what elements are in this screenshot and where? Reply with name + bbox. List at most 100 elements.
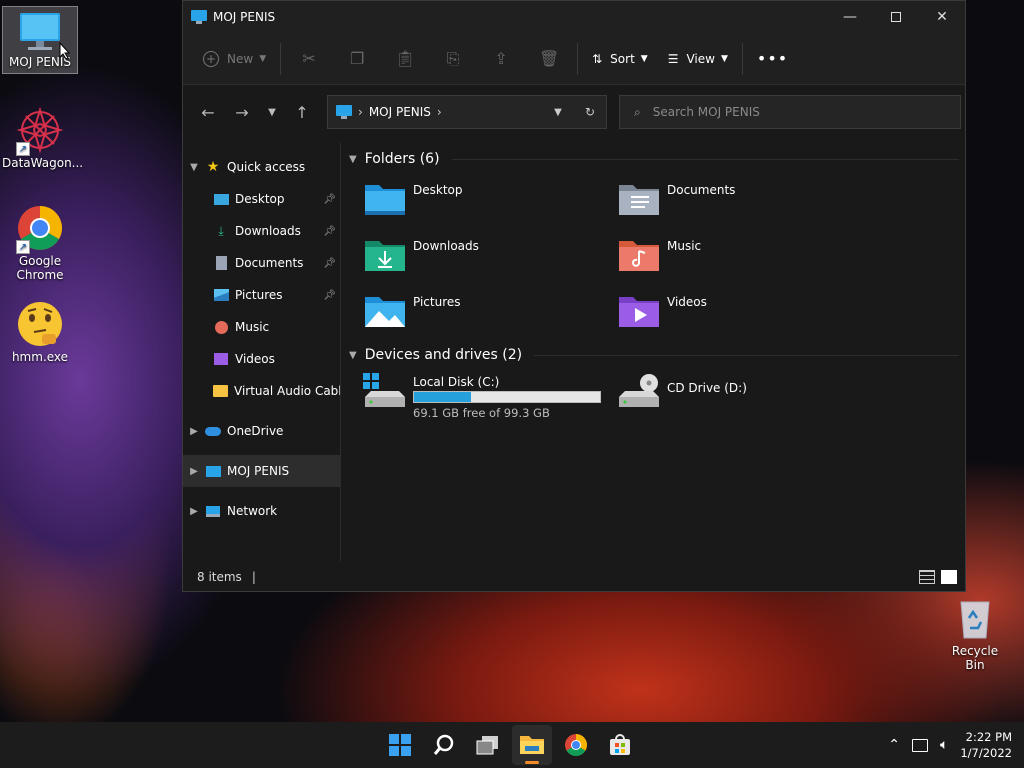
sidebar-item-music[interactable]: Music bbox=[183, 311, 340, 343]
clock-date: 1/7/2022 bbox=[960, 746, 1012, 760]
folder-name: Desktop bbox=[413, 183, 463, 197]
sidebar-item-this-pc[interactable]: ▶ MOJ PENIS bbox=[183, 455, 340, 487]
store-taskbar-button[interactable] bbox=[600, 725, 640, 765]
clock[interactable]: 2:22 PM 1/7/2022 bbox=[960, 729, 1012, 761]
sidebar-item-downloads[interactable]: ⤓ Downloads 📌︎ bbox=[183, 215, 340, 247]
start-button[interactable] bbox=[380, 725, 420, 765]
folder-tile-desktop[interactable]: Desktop bbox=[363, 181, 463, 217]
task-view-icon bbox=[476, 736, 498, 755]
recycle-bin-icon bbox=[955, 596, 995, 640]
maximize-button[interactable] bbox=[873, 1, 919, 33]
computer-icon bbox=[205, 463, 221, 479]
expand-chevron-icon: ▼ bbox=[190, 161, 198, 173]
sidebar-item-videos[interactable]: Videos bbox=[183, 343, 340, 375]
sidebar-item-label: OneDrive bbox=[227, 424, 284, 438]
arrow-up-icon: ↑ bbox=[295, 102, 309, 122]
chrome-icon bbox=[565, 734, 587, 756]
breadcrumb-location[interactable]: MOJ PENIS bbox=[369, 105, 431, 119]
minimize-button[interactable]: — bbox=[827, 1, 873, 33]
computer-icon bbox=[336, 105, 352, 119]
task-view-button[interactable] bbox=[468, 725, 508, 765]
sidebar-item-network[interactable]: ▶ Network bbox=[183, 495, 340, 527]
chevron-up-icon[interactable]: ⌃ bbox=[888, 737, 900, 753]
drives-group-header[interactable]: ▼ Devices and drives (2) bbox=[343, 341, 965, 369]
music-icon bbox=[213, 319, 229, 335]
content-pane: ▼ Folders (6) Desktop Documents Download… bbox=[343, 143, 965, 561]
view-button[interactable]: ☰ View ▼ bbox=[658, 41, 738, 77]
delete-button[interactable]: 🗑︎ bbox=[535, 41, 563, 77]
back-button[interactable]: ← bbox=[191, 96, 225, 128]
item-count: 8 items bbox=[197, 570, 242, 584]
recent-locations-button[interactable]: ▼ bbox=[259, 96, 285, 128]
share-icon: ⇪ bbox=[494, 49, 508, 68]
search-box[interactable]: ⌕ Search MOJ PENIS bbox=[619, 95, 961, 129]
folder-tile-documents[interactable]: Documents bbox=[617, 181, 735, 217]
desktop-icon-label: Recycle Bin bbox=[951, 644, 999, 672]
desktop-icon-hmm[interactable]: hmm.exe bbox=[2, 300, 78, 364]
drive-name: Local Disk (C:) bbox=[413, 375, 500, 389]
rename-icon: ⎘ bbox=[446, 48, 460, 68]
desktop-icon-label: Google Chrome bbox=[16, 254, 64, 282]
cut-button[interactable]: ✂ bbox=[295, 41, 323, 77]
chrome-taskbar-button[interactable] bbox=[556, 725, 596, 765]
drive-tile-local-disk[interactable]: Local Disk (C:) 69.1 GB free of 99.3 GB bbox=[363, 373, 601, 420]
mouse-cursor-icon bbox=[59, 42, 71, 60]
windows-logo-icon bbox=[389, 734, 411, 756]
sidebar-item-label: Downloads bbox=[235, 224, 301, 238]
desktop-icon-chrome[interactable]: ↗ Google Chrome bbox=[2, 204, 78, 282]
sidebar-item-label: Documents bbox=[235, 256, 304, 270]
rename-button[interactable]: ⎘ bbox=[439, 41, 467, 77]
navigation-pane: ▼ ★ Quick access Desktop 📌︎ ⤓ Downloads … bbox=[183, 143, 341, 561]
address-dropdown-button[interactable]: ▼ bbox=[542, 96, 574, 128]
desktop-icon-recycle-bin[interactable]: Recycle Bin bbox=[944, 596, 1006, 672]
sidebar-item-documents[interactable]: Documents 📌︎ bbox=[183, 247, 340, 279]
pin-icon: 📌︎ bbox=[323, 257, 336, 269]
sort-button[interactable]: ⇅ Sort ▼ bbox=[582, 41, 658, 77]
search-button[interactable] bbox=[424, 725, 464, 765]
expand-chevron-icon: ▶ bbox=[190, 425, 198, 437]
paste-icon: 📋︎ bbox=[394, 49, 416, 68]
folder-tile-videos[interactable]: Videos bbox=[617, 293, 707, 329]
sidebar-item-quick-access[interactable]: ▼ ★ Quick access bbox=[183, 151, 340, 183]
volume-icon[interactable]: 🔈︎ bbox=[940, 737, 948, 753]
forward-button[interactable]: → bbox=[225, 96, 259, 128]
desktop-icon-datawagon[interactable]: ↗ DataWagon... bbox=[2, 106, 83, 170]
refresh-button[interactable]: ↻ bbox=[574, 96, 606, 128]
paste-button[interactable]: 📋︎ bbox=[391, 41, 419, 77]
folder-tile-pictures[interactable]: Pictures bbox=[363, 293, 461, 329]
search-icon bbox=[433, 734, 454, 755]
up-button[interactable]: ↑ bbox=[285, 96, 319, 128]
more-options-button[interactable]: ••• bbox=[747, 41, 798, 77]
sidebar-item-label: Desktop bbox=[235, 192, 285, 206]
pictures-icon bbox=[213, 287, 229, 303]
drive-tile-cd-drive[interactable]: CD Drive (D:) bbox=[617, 373, 747, 409]
group-divider bbox=[451, 158, 959, 160]
address-bar[interactable]: › MOJ PENIS › ▼ ↻ bbox=[327, 95, 607, 129]
sidebar-item-pictures[interactable]: Pictures 📌︎ bbox=[183, 279, 340, 311]
taskbar: ⌃ 🔈︎ 2:22 PM 1/7/2022 bbox=[0, 722, 1024, 768]
folder-tile-downloads[interactable]: Downloads bbox=[363, 237, 479, 273]
sidebar-item-virtual-audio-cable[interactable]: Virtual Audio Cabl bbox=[183, 375, 340, 407]
copy-icon: ❐ bbox=[349, 49, 365, 68]
drive-name: CD Drive (D:) bbox=[667, 381, 747, 395]
folder-tile-music[interactable]: Music bbox=[617, 237, 701, 273]
desktop-folder-icon bbox=[213, 191, 229, 207]
maximize-icon bbox=[891, 12, 901, 22]
breadcrumb-chevron-icon: › bbox=[436, 105, 442, 119]
tiles-view-button[interactable] bbox=[941, 570, 957, 584]
new-button[interactable]: + New ▼ bbox=[193, 41, 276, 77]
expand-chevron-icon: ▶ bbox=[190, 465, 198, 477]
network-icon[interactable] bbox=[911, 738, 928, 752]
sidebar-item-desktop[interactable]: Desktop 📌︎ bbox=[183, 183, 340, 215]
music-folder-icon bbox=[617, 237, 661, 273]
desktop-icon-this-pc[interactable]: MOJ PENIS bbox=[2, 6, 78, 74]
toolbar-divider bbox=[577, 42, 579, 75]
copy-button[interactable]: ❐ bbox=[343, 41, 371, 77]
folders-group-header[interactable]: ▼ Folders (6) bbox=[343, 145, 965, 173]
file-explorer-taskbar-button[interactable] bbox=[512, 725, 552, 765]
share-button[interactable]: ⇪ bbox=[487, 41, 515, 77]
store-icon bbox=[610, 734, 630, 755]
details-view-button[interactable] bbox=[919, 570, 935, 584]
sidebar-item-onedrive[interactable]: ▶ OneDrive bbox=[183, 415, 340, 447]
close-button[interactable]: ✕ bbox=[919, 1, 965, 33]
